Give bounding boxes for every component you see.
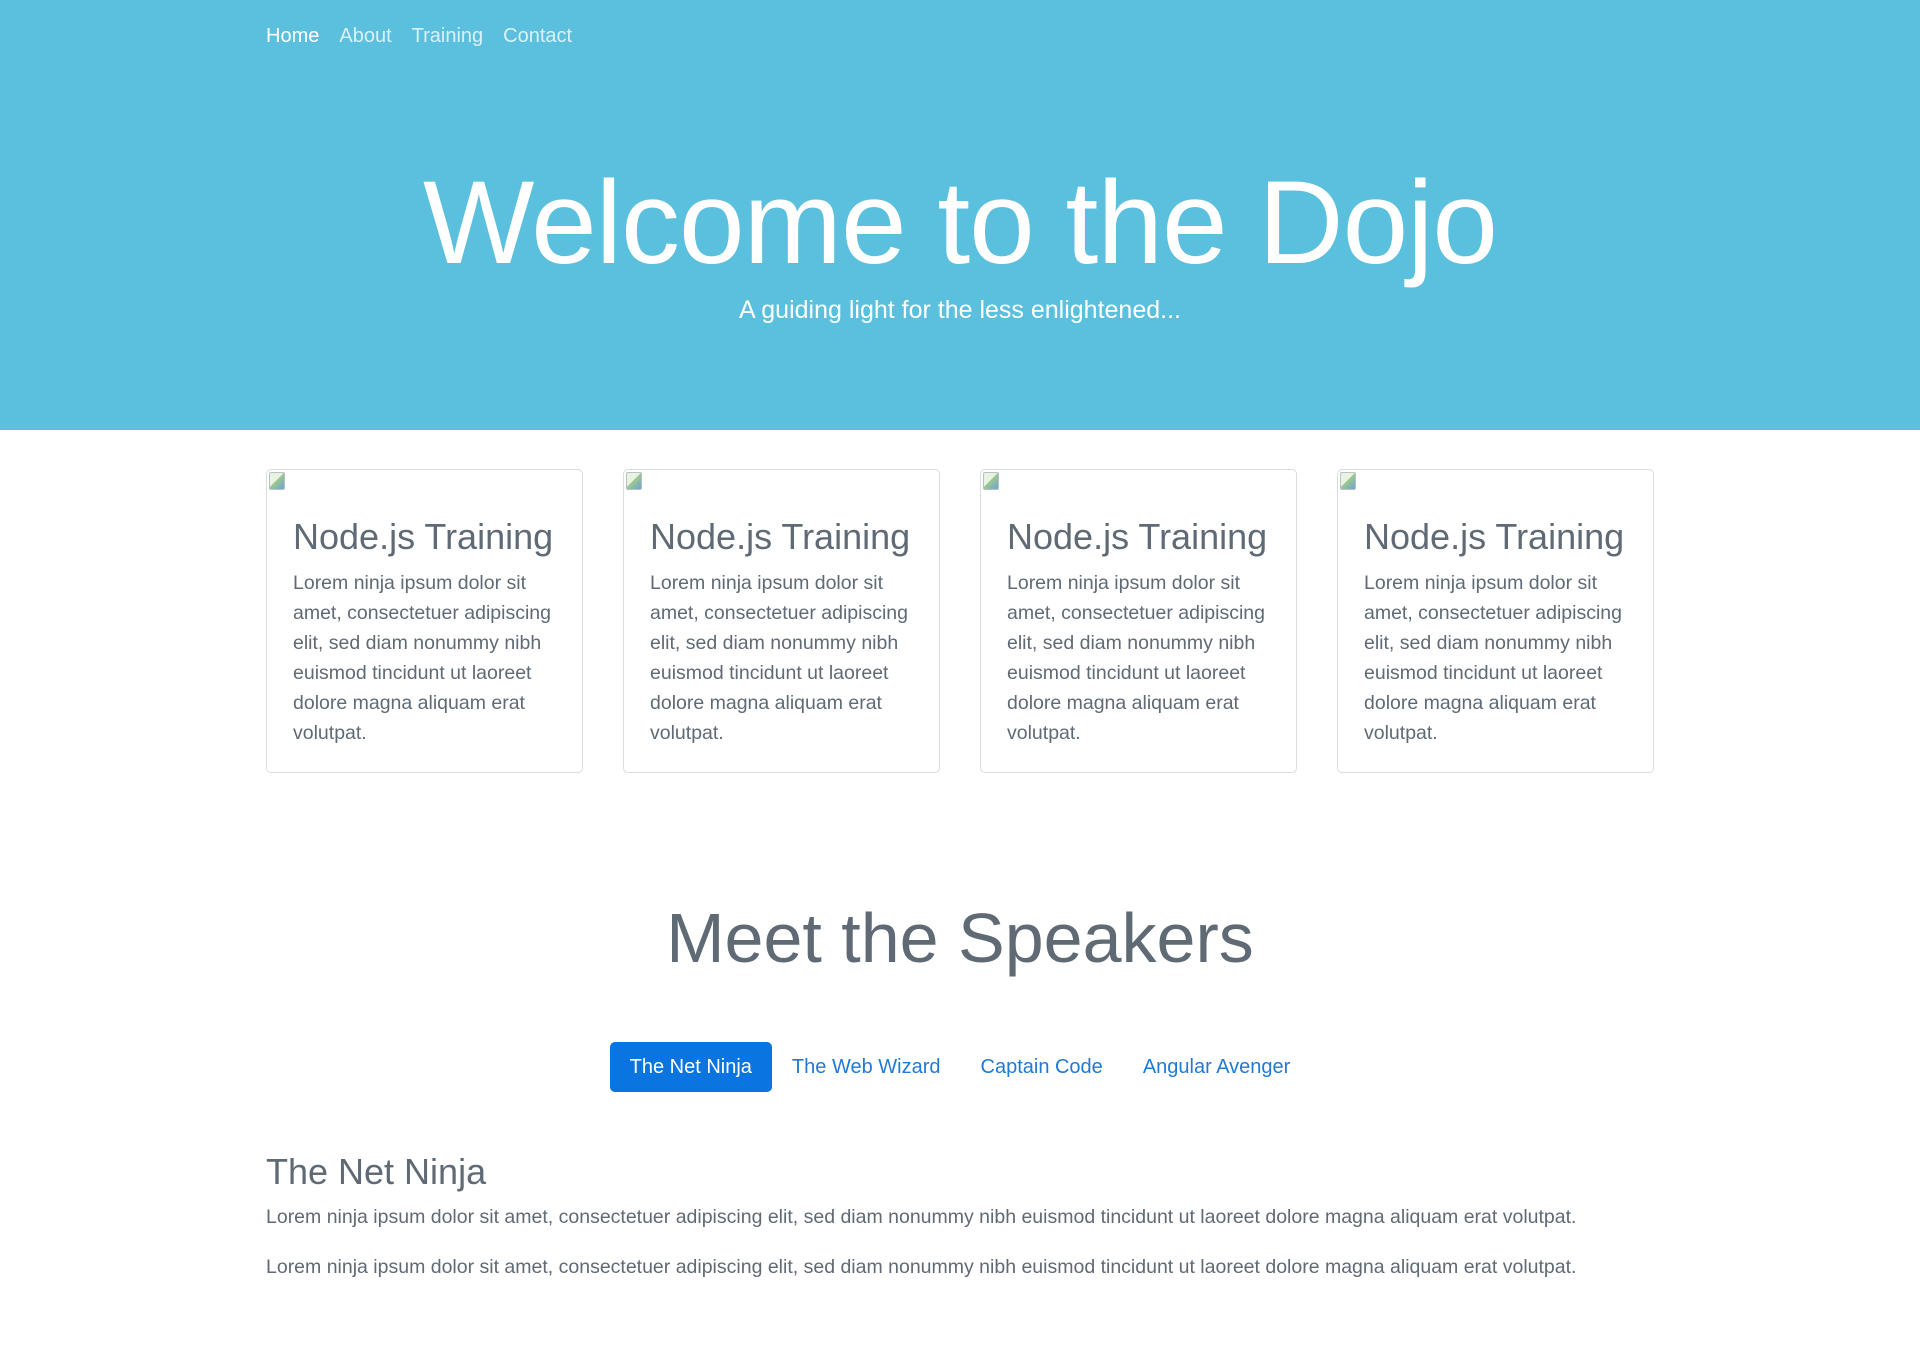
speakers-title: Meet the Speakers [666,899,1254,977]
card-body: Node.js Training Lorem ninja ipsum dolor… [981,470,1296,748]
tab-web-wizard[interactable]: The Web Wizard [772,1042,961,1092]
speaker-tab-content: The Net Ninja Lorem ninja ipsum dolor si… [266,1148,1654,1302]
nav-item-contact[interactable]: Contact [503,22,572,50]
card-title: Node.js Training [1007,516,1268,557]
broken-image-icon [269,472,285,490]
broken-image-icon [626,472,642,490]
speaker-paragraph: Lorem ninja ipsum dolor sit amet, consec… [266,1206,1577,1228]
main-container: Node.js Training Lorem ninja ipsum dolor… [266,469,1654,773]
training-card: Node.js Training Lorem ninja ipsum dolor… [623,469,940,773]
card-text: Lorem ninja ipsum dolor sit amet, consec… [650,572,908,744]
broken-image-icon [1340,472,1356,490]
tab-captain-code[interactable]: Captain Code [961,1042,1123,1092]
card-text: Lorem ninja ipsum dolor sit amet, consec… [293,572,551,744]
broken-image-icon [983,472,999,490]
hero-title: Welcome to the Dojo [422,157,1498,289]
speaker-paragraph: Lorem ninja ipsum dolor sit amet, consec… [266,1256,1577,1278]
nav-item-home[interactable]: Home [266,22,319,50]
card-text: Lorem ninja ipsum dolor sit amet, consec… [1364,572,1622,744]
nav-item-training[interactable]: Training [412,22,484,50]
training-cards: Node.js Training Lorem ninja ipsum dolor… [266,469,1654,773]
hero-subtitle: A guiding light for the less enlightened… [739,296,1181,324]
card-title: Node.js Training [1364,516,1625,557]
tab-angular-avenger[interactable]: Angular Avenger [1123,1042,1311,1092]
hero-banner: Home About Training Contact Welcome to t… [0,0,1920,430]
tab-net-ninja[interactable]: The Net Ninja [609,1042,772,1092]
card-body: Node.js Training Lorem ninja ipsum dolor… [267,470,582,748]
nav-item-about[interactable]: About [339,22,391,50]
training-card: Node.js Training Lorem ninja ipsum dolor… [266,469,583,773]
hero-container: Home About Training Contact [266,0,1654,50]
training-card: Node.js Training Lorem ninja ipsum dolor… [980,469,1297,773]
card-text: Lorem ninja ipsum dolor sit amet, consec… [1007,572,1265,744]
training-card: Node.js Training Lorem ninja ipsum dolor… [1337,469,1654,773]
card-title: Node.js Training [293,516,554,557]
card-body: Node.js Training Lorem ninja ipsum dolor… [624,470,939,748]
main-nav: Home About Training Contact [266,0,1654,50]
card-title: Node.js Training [650,516,911,557]
speaker-tabs: The Net Ninja The Web Wizard Captain Cod… [0,1042,1920,1092]
speaker-heading: The Net Ninja [266,1151,487,1192]
card-body: Node.js Training Lorem ninja ipsum dolor… [1338,470,1653,748]
